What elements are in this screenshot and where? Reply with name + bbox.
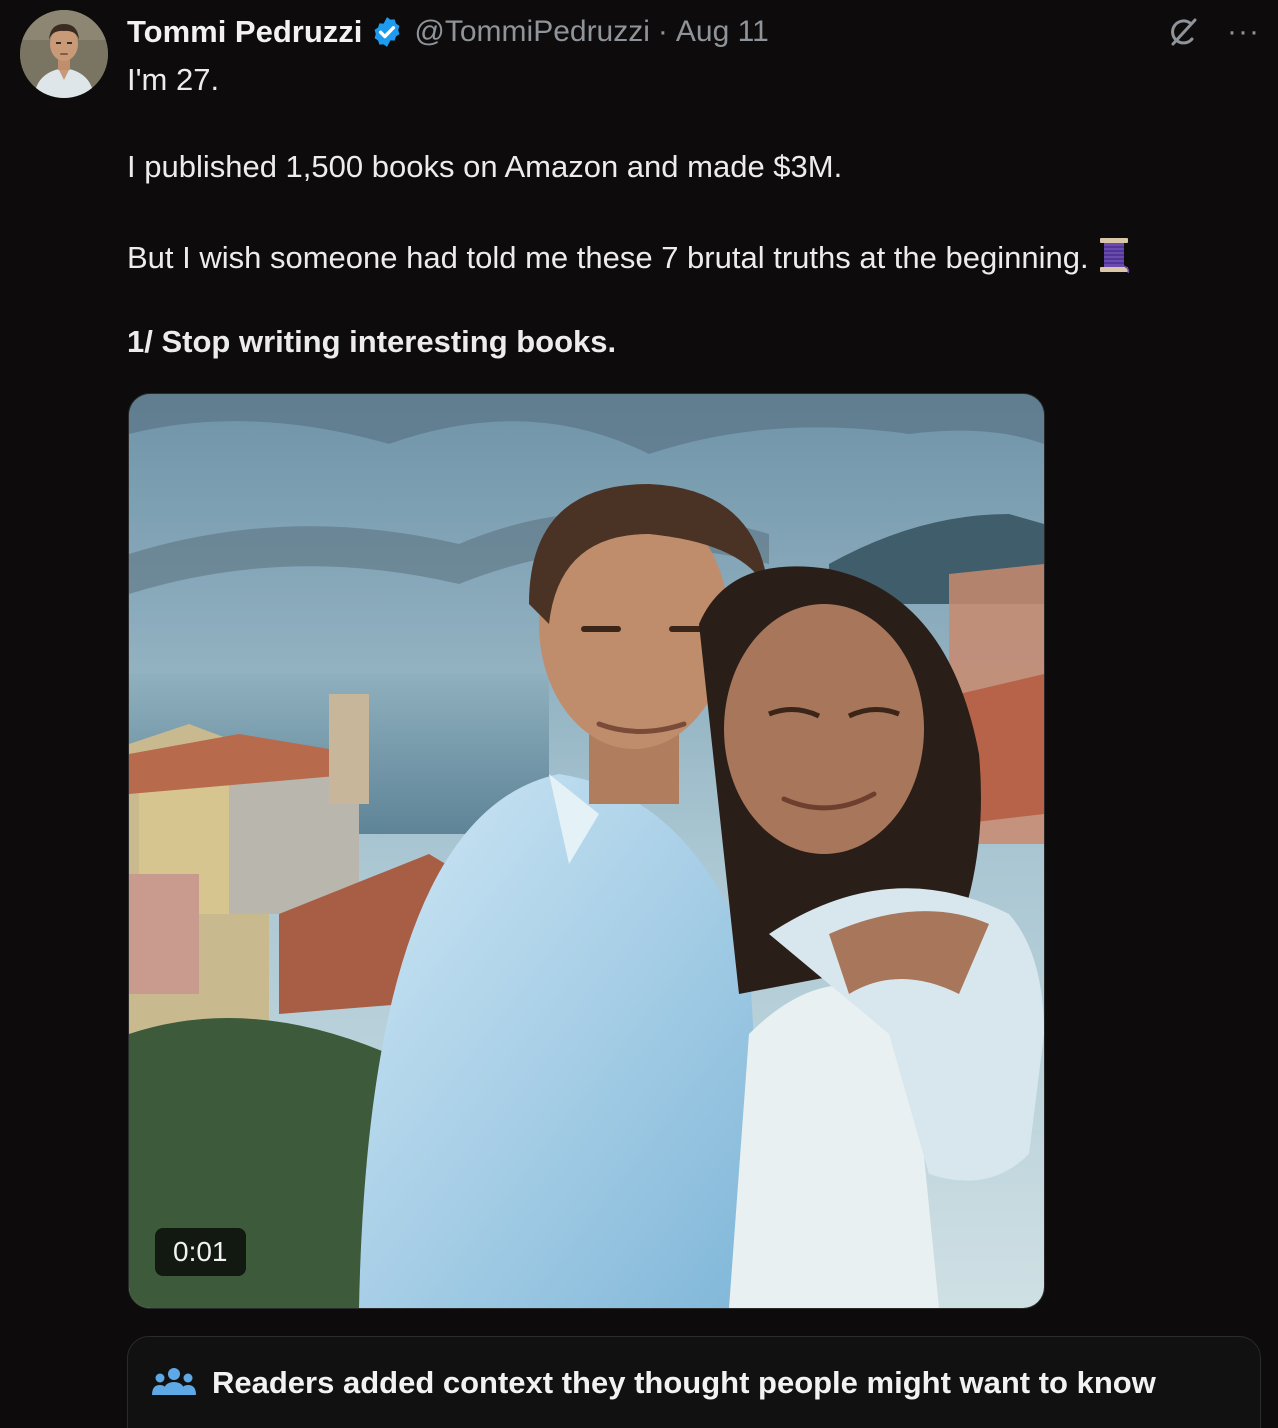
video-timestamp: 0:01 — [155, 1228, 246, 1276]
author-name[interactable]: Tommi Pedruzzi — [127, 14, 362, 50]
tweet-actions-top: ··· — [1165, 14, 1260, 50]
community-note[interactable]: Readers added context they thought peopl… — [127, 1336, 1261, 1428]
community-note-title: Readers added context they thought peopl… — [212, 1365, 1156, 1400]
spool-thread-icon — [1099, 238, 1129, 274]
tweet-video[interactable]: 0:01 — [128, 393, 1045, 1309]
tweet-text-line-3-text: But I wish someone had told me these 7 b… — [127, 240, 1089, 275]
grok-icon[interactable] — [1165, 14, 1201, 50]
tweet-text-line-3: But I wish someone had told me these 7 b… — [127, 236, 1131, 276]
avatar[interactable] — [20, 10, 108, 98]
author-handle[interactable]: @TommiPedruzzi — [414, 15, 650, 49]
people-icon — [152, 1368, 196, 1395]
tweet[interactable]: Tommi Pedruzzi @TommiPedruzzi · Aug 11 ·… — [0, 0, 1278, 1428]
separator-dot: · — [657, 15, 668, 48]
tweet-text-line-4: 1/ Stop writing interesting books. — [127, 324, 617, 359]
more-options-icon[interactable]: ··· — [1227, 17, 1260, 47]
tweet-text-line-2: I published 1,500 books on Amazon and ma… — [127, 149, 843, 184]
video-thumbnail — [129, 394, 1044, 1308]
community-note-header: Readers added context they thought peopl… — [152, 1365, 1156, 1401]
tweet-text-line-1: I'm 27. — [127, 62, 220, 97]
tweet-date[interactable]: Aug 11 — [676, 15, 769, 49]
tweet-header: Tommi Pedruzzi @TommiPedruzzi · Aug 11 — [127, 12, 769, 52]
verified-badge-icon — [374, 17, 400, 47]
